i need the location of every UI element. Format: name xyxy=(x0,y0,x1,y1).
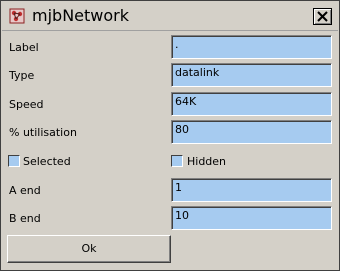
type-field-label: Type xyxy=(9,69,35,82)
utilisation-input[interactable]: 80 xyxy=(171,120,332,144)
b-end-label: B end xyxy=(9,212,41,225)
speed-field-label: Speed xyxy=(9,98,44,111)
dialog-window: mjbNetwork Label . Type datalink Speed 6… xyxy=(0,0,340,271)
a-end-input[interactable]: 1 xyxy=(171,178,332,202)
selected-checkbox-label[interactable]: Selected xyxy=(23,155,71,169)
title-bar[interactable]: mjbNetwork xyxy=(2,2,338,31)
label-input[interactable]: . xyxy=(171,35,332,59)
hidden-checkbox-label[interactable]: Hidden xyxy=(187,155,226,169)
label-field-label: Label xyxy=(9,41,39,54)
utilisation-field-label: % utilisation xyxy=(9,126,77,139)
speed-input[interactable]: 64K xyxy=(171,92,332,116)
type-input[interactable]: datalink xyxy=(171,63,332,87)
network-app-icon xyxy=(9,8,25,24)
hidden-checkbox[interactable] xyxy=(171,155,183,167)
ok-button[interactable]: Ok xyxy=(7,235,171,263)
close-button[interactable] xyxy=(313,8,332,25)
selected-checkbox[interactable] xyxy=(8,155,20,167)
window-title: mjbNetwork xyxy=(32,6,129,25)
a-end-label: A end xyxy=(9,184,41,197)
b-end-input[interactable]: 10 xyxy=(171,206,332,230)
